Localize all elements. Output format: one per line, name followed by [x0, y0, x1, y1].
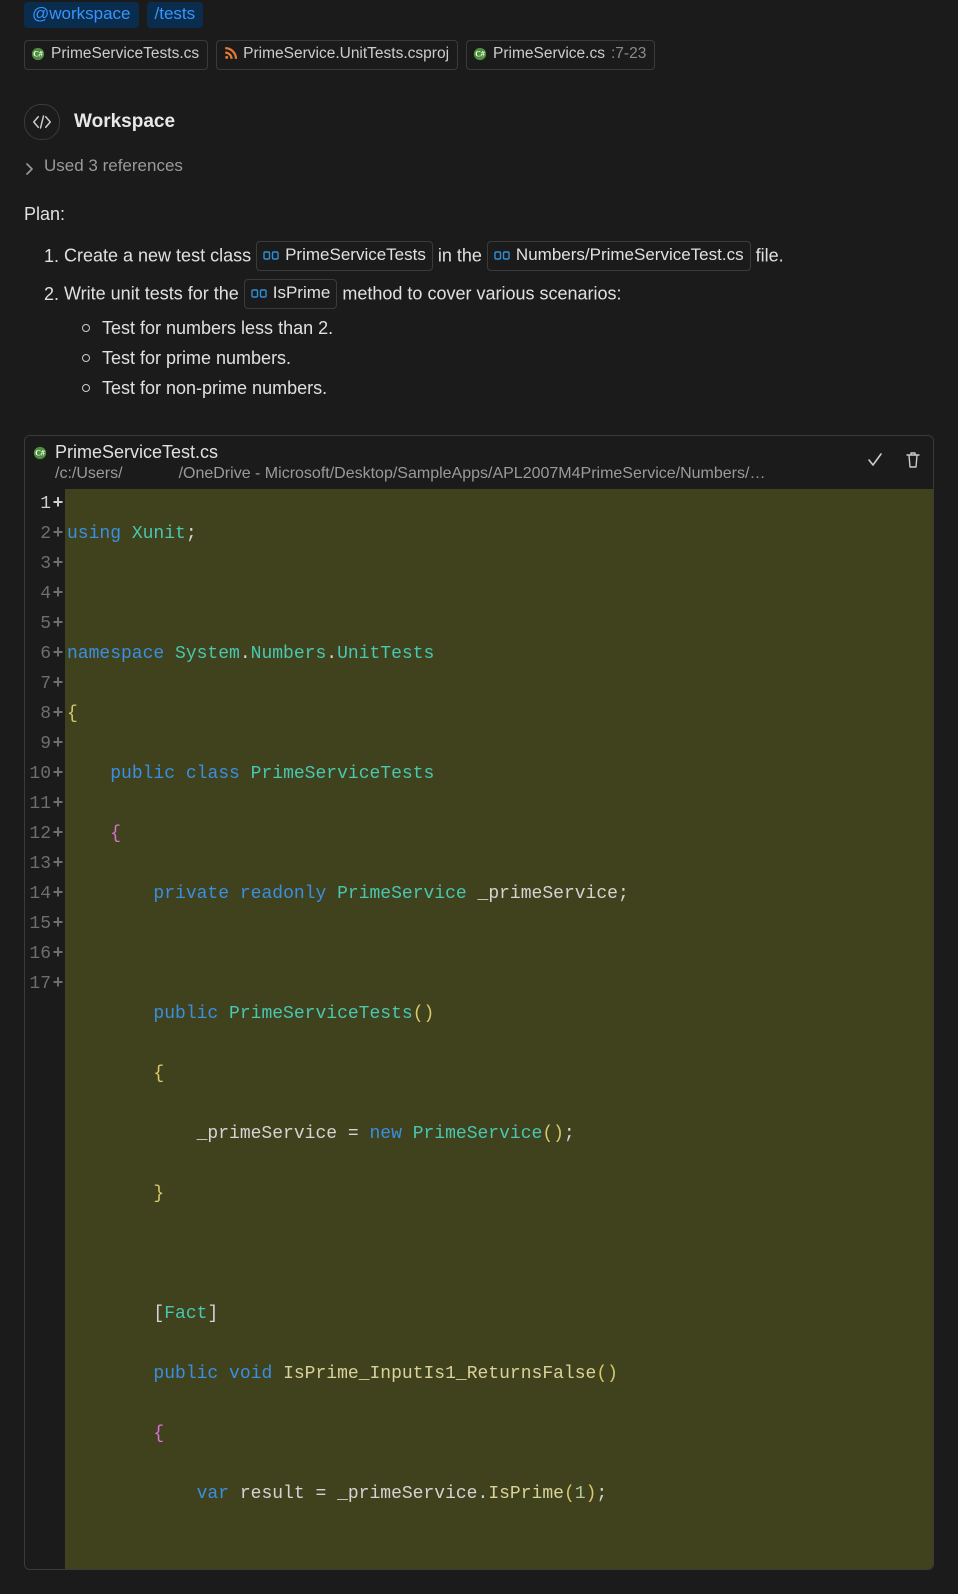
csharp-icon: C# [33, 446, 47, 460]
diff-plus-icon: + [51, 759, 65, 789]
symbol-icon [494, 249, 510, 262]
diff-plus-icon: + [51, 909, 65, 939]
diff-plus-icon: + [51, 789, 65, 819]
line-number: 2 [29, 519, 51, 549]
references-label: Used 3 references [44, 156, 183, 176]
plan-item-1-text-b: in the [438, 246, 487, 266]
plan-item-2-text-b: method to cover various scenarios: [342, 284, 621, 304]
diff-plus-icon: + [51, 519, 65, 549]
diff-plus-icon: + [51, 639, 65, 669]
line-number: 7 [29, 669, 51, 699]
csproj-icon [223, 47, 237, 61]
code-gutter: 1+ 2+ 3+ 4+ 5+ 6+ 7+ 8+ 9+ 10+ 11+ 12+ 1… [25, 489, 65, 1569]
plan-label: Plan: [24, 204, 934, 225]
plan-item-1-text-a: Create a new test class [64, 246, 256, 266]
plan-item-1: Create a new test class PrimeServiceTest… [64, 237, 934, 275]
code-block-header: C# PrimeServiceTest.cs /c:/Users/ /OneDri… [25, 436, 933, 489]
code-area: 1+ 2+ 3+ 4+ 5+ 6+ 7+ 8+ 9+ 10+ 11+ 12+ 1… [25, 489, 933, 1569]
diff-plus-icon: + [51, 729, 65, 759]
diff-plus-icon: + [51, 849, 65, 879]
diff-plus-icon: + [51, 699, 65, 729]
line-number: 16 [29, 939, 51, 969]
context-file-2[interactable]: PrimeService.UnitTests.csproj [216, 40, 458, 70]
plan-item-2: Write unit tests for the IsPrime method … [64, 275, 934, 407]
plan-subitem-2: Test for prime numbers. [82, 343, 934, 373]
line-number: 6 [29, 639, 51, 669]
line-number: 14 [29, 879, 51, 909]
line-number: 8 [29, 699, 51, 729]
workspace-title: Workspace [74, 111, 175, 133]
symbol-chip-isprime[interactable]: IsPrime [244, 279, 338, 309]
diff-plus-icon: + [51, 879, 65, 909]
context-files-row: C# PrimeServiceTests.cs PrimeService.Uni… [24, 38, 934, 70]
svg-text:C#: C# [33, 50, 43, 59]
line-number: 12 [29, 819, 51, 849]
svg-text:C#: C# [475, 50, 485, 59]
references-toggle[interactable]: Used 3 references [24, 156, 934, 176]
plan-subitem-1: Test for numbers less than 2. [82, 313, 934, 343]
code-filepath: /c:/Users/ /OneDrive - Microsoft/Desktop/… [55, 465, 765, 483]
line-number: 11 [29, 789, 51, 819]
line-number: 15 [29, 909, 51, 939]
context-file-3[interactable]: C# PrimeService.cs :7-23 [466, 40, 655, 70]
plan-subitem-3: Test for non-prime numbers. [82, 373, 934, 403]
diff-plus-icon: + [51, 489, 65, 519]
line-number: 1 [29, 489, 51, 519]
context-file-1-name: PrimeServiceTests.cs [51, 43, 199, 65]
symbol-icon [263, 249, 279, 262]
code-suggestion-block: C# PrimeServiceTest.cs /c:/Users/ /OneDri… [24, 435, 934, 1570]
code-lines[interactable]: using Xunit; namespace System.Numbers.Un… [65, 489, 933, 1569]
diff-plus-icon: + [51, 579, 65, 609]
line-number: 4 [29, 579, 51, 609]
discard-button[interactable] [903, 450, 923, 470]
line-number: 3 [29, 549, 51, 579]
symbol-chip-label: IsPrime [273, 280, 331, 306]
diff-plus-icon: + [51, 669, 65, 699]
symbol-chip-filepath[interactable]: Numbers/PrimeServiceTest.cs [487, 241, 751, 271]
context-file-3-range: :7-23 [611, 43, 646, 65]
apply-button[interactable] [865, 450, 885, 470]
chevron-right-icon [24, 160, 36, 172]
code-filepath-b: /OneDrive - Microsoft/Desktop/SampleApps… [179, 465, 766, 482]
plan-list: Create a new test class PrimeServiceTest… [24, 237, 934, 407]
line-number: 9 [29, 729, 51, 759]
symbol-chip-label: PrimeServiceTests [285, 242, 426, 268]
diff-plus-icon: + [51, 819, 65, 849]
diff-plus-icon: + [51, 969, 65, 999]
line-number: 10 [29, 759, 51, 789]
diff-plus-icon: + [51, 549, 65, 579]
symbol-icon [251, 287, 267, 300]
line-number: 5 [29, 609, 51, 639]
code-filename: PrimeServiceTest.cs [55, 442, 765, 463]
plan-item-1-text-c: file. [756, 246, 784, 266]
symbol-chip-primeservicetests[interactable]: PrimeServiceTests [256, 241, 433, 271]
code-filepath-a: /c:/Users/ [55, 465, 123, 482]
workspace-badge[interactable]: @workspace [24, 2, 139, 28]
context-file-2-name: PrimeService.UnitTests.csproj [243, 43, 449, 65]
symbol-chip-label: Numbers/PrimeServiceTest.cs [516, 242, 744, 268]
code-icon [24, 104, 60, 140]
csharp-icon: C# [31, 47, 45, 61]
command-row: @workspace /tests [24, 0, 934, 28]
context-file-1[interactable]: C# PrimeServiceTests.cs [24, 40, 208, 70]
plan-item-2-text-a: Write unit tests for the [64, 284, 244, 304]
csharp-icon: C# [473, 47, 487, 61]
line-number: 17 [29, 969, 51, 999]
diff-plus-icon: + [51, 609, 65, 639]
line-number: 13 [29, 849, 51, 879]
plan-sublist: Test for numbers less than 2. Test for p… [82, 313, 934, 403]
context-file-3-name: PrimeService.cs [493, 43, 605, 65]
workspace-header: Workspace [24, 104, 934, 140]
tests-badge[interactable]: /tests [147, 2, 204, 28]
svg-text:C#: C# [35, 449, 45, 458]
diff-plus-icon: + [51, 939, 65, 969]
